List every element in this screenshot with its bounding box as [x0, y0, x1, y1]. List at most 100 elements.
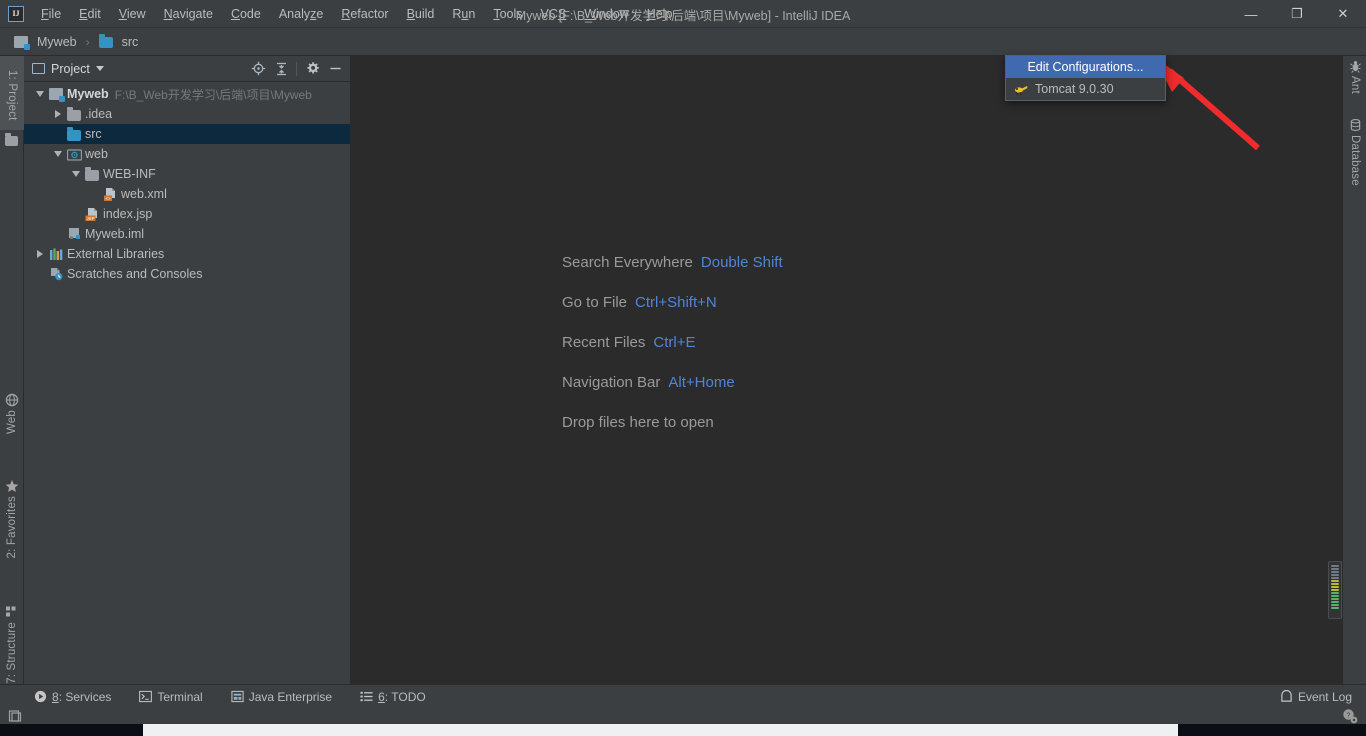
event-log-label: Event Log: [1297, 689, 1352, 704]
scrollbar-mark: [1331, 604, 1339, 606]
layout-icon[interactable]: [8, 709, 22, 723]
hint-navigation-bar: Navigation Bar Alt+Home: [562, 374, 783, 391]
menu-view[interactable]: View: [110, 3, 155, 25]
tool-window-favorites-tab[interactable]: 2: Favorites: [0, 479, 24, 558]
tree-node-idea[interactable]: .idea: [24, 104, 350, 124]
chevron-down-icon[interactable]: [32, 91, 48, 97]
event-log-icon: [1281, 690, 1292, 702]
project-view-chevron-down-icon[interactable]: [95, 66, 104, 71]
menu-file[interactable]: File: [32, 3, 70, 25]
services-number: 8: [52, 689, 59, 704]
hint-shortcut-label: Alt+Home: [668, 374, 735, 391]
hint-go-to-file: Go to File Ctrl+Shift+N: [562, 294, 783, 311]
minimize-window-button[interactable]: —: [1228, 0, 1274, 28]
help-settings-icon[interactable]: ?: [1342, 708, 1358, 724]
scrollbar-mark: [1331, 598, 1339, 600]
svg-text:?: ?: [1347, 713, 1351, 720]
panel-action-divider: [296, 61, 297, 76]
chevron-right-icon[interactable]: [32, 250, 48, 258]
chevron-right-icon[interactable]: [50, 110, 66, 118]
breadcrumb-module-myweb[interactable]: Myweb: [8, 34, 83, 50]
tool-window-database-tab[interactable]: Database: [1343, 118, 1366, 186]
tool-window-project-tab[interactable]: 1: Project: [0, 56, 24, 130]
menu-label: Tools: [493, 6, 523, 21]
menu-vcs[interactable]: VCS: [532, 3, 576, 25]
breadcrumb-folder-src[interactable]: src: [93, 34, 145, 50]
tree-node-index-jsp[interactable]: JSP index.jsp: [24, 204, 350, 224]
menu-tools[interactable]: Tools: [484, 3, 531, 25]
menu-label: VCS: [540, 6, 567, 21]
os-taskbar: [0, 724, 1366, 736]
menu-item-tomcat-9030-label: Tomcat 9.0.30: [1035, 82, 1114, 96]
menu-analyze[interactable]: Analyze: [270, 3, 332, 25]
database-icon: [1350, 119, 1360, 131]
module-icon: [48, 88, 65, 102]
menu-item-tomcat-9030[interactable]: Tomcat 9.0.30: [1006, 78, 1165, 100]
menu-edit[interactable]: Edit: [70, 3, 110, 25]
collapse-all-button[interactable]: [270, 58, 292, 80]
structure-icon: [6, 606, 16, 617]
tool-window-services-button[interactable]: 8: Services: [30, 688, 115, 706]
menu-label: Analyze: [278, 6, 324, 21]
title-bar: IJ File Edit View Navigate Code Analyze Refact…: [0, 0, 1366, 28]
tree-node-web-xml[interactable]: <> web.xml: [24, 184, 350, 204]
project-view-icon: [32, 63, 45, 74]
scrollbar-mark: [1331, 592, 1339, 594]
editor-area[interactable]: Search Everywhere Double Shift Go to File C…: [351, 56, 1342, 684]
menu-code[interactable]: Code: [222, 3, 270, 25]
menu-window[interactable]: Window: [575, 3, 637, 25]
maximize-window-button[interactable]: ❐: [1274, 0, 1320, 28]
tree-node-label: src: [85, 127, 102, 141]
tree-node-label: Myweb.iml: [85, 227, 145, 241]
hint-shortcut-label: Ctrl+E: [653, 334, 696, 351]
scrollbar-mark: [1331, 580, 1339, 582]
tool-window-ant-tab[interactable]: Ant: [1343, 60, 1366, 94]
folder-blue-icon: [66, 126, 82, 141]
tree-node-scratches[interactable]: Scratches and Consoles: [24, 264, 350, 284]
select-opened-file-button[interactable]: [247, 58, 269, 80]
menu-navigate[interactable]: Navigate: [155, 3, 222, 25]
tool-window-terminal-button[interactable]: Terminal: [135, 688, 206, 706]
tree-node-myweb[interactable]: Myweb F:\B_Web开发学习\后端\项目\Myweb: [24, 84, 350, 104]
tree-node-src[interactable]: src: [24, 124, 350, 144]
chevron-down-icon[interactable]: [68, 171, 84, 177]
tree-node-label: WEB-INF: [103, 167, 156, 181]
status-bar: ?: [0, 708, 1366, 724]
java-enterprise-icon: [231, 690, 244, 703]
scrollbar-mark: [1331, 574, 1339, 576]
collapse-all-icon: [276, 62, 286, 76]
tool-window-structure-tab[interactable]: 7: Structure: [0, 605, 24, 684]
tree-node-myweb-iml[interactable]: Myweb.iml: [24, 224, 350, 244]
todo-label: : TODO: [384, 689, 426, 704]
tool-window-todo-button[interactable]: 6: TODO: [356, 688, 430, 706]
project-panel-actions: [247, 58, 346, 80]
tomcat-icon: [1015, 85, 1028, 95]
project-tree[interactable]: Myweb F:\B_Web开发学习\后端\项目\Myweb .idea src web…: [24, 82, 350, 684]
menu-run[interactable]: Run: [443, 3, 484, 25]
editor-scrollbar[interactable]: [1328, 561, 1342, 619]
settings-button[interactable]: [301, 58, 323, 80]
chevron-down-icon[interactable]: [50, 151, 66, 157]
scratches-icon: [48, 267, 64, 281]
folder-icon: [98, 34, 113, 48]
os-taskbar-window[interactable]: [143, 724, 1178, 736]
menu-help[interactable]: Help: [638, 3, 682, 25]
close-window-button[interactable]: ✕: [1320, 0, 1366, 28]
tree-node-web[interactable]: web: [24, 144, 350, 164]
tool-window-structure-label: 7: Structure: [6, 622, 18, 684]
tree-node-external-libraries[interactable]: External Libraries: [24, 244, 350, 264]
tool-window-web-tab[interactable]: Web: [0, 393, 24, 434]
run-configuration-dropdown-menu[interactable]: Edit Configurations... Tomcat 9.0.30: [1005, 55, 1166, 101]
tool-window-ant-label: Ant: [1349, 76, 1361, 94]
hint-action-label: Navigation Bar: [562, 374, 661, 391]
hint-recent-files: Recent Files Ctrl+E: [562, 334, 783, 351]
tree-node-web-inf[interactable]: WEB-INF: [24, 164, 350, 184]
menu-refactor[interactable]: Refactor: [332, 3, 397, 25]
scrollbar-mark: [1331, 571, 1339, 573]
menu-item-edit-configurations[interactable]: Edit Configurations...: [1006, 56, 1165, 78]
event-log-button[interactable]: Event Log: [1276, 688, 1356, 706]
tool-window-java-enterprise-button[interactable]: Java Enterprise: [227, 688, 336, 706]
gear-icon: [306, 62, 319, 74]
menu-build[interactable]: Build: [398, 3, 444, 25]
hide-panel-button[interactable]: [324, 58, 346, 80]
